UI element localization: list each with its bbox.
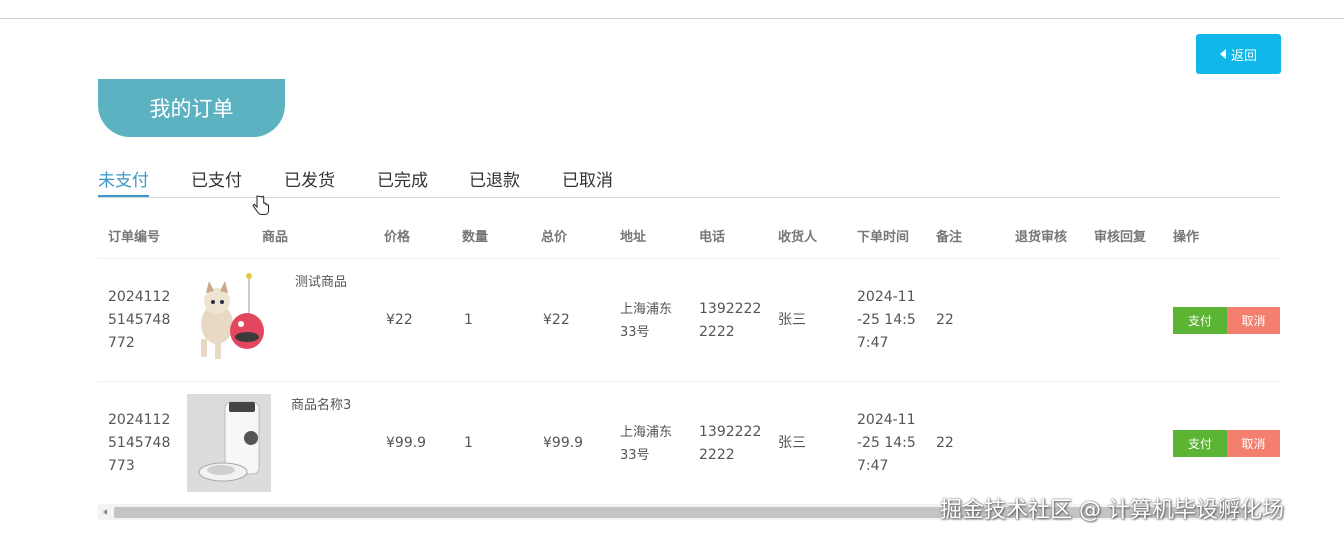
tab-cancelled[interactable]: 已取消 (562, 166, 613, 197)
price: ¥22 (386, 312, 413, 328)
total: ¥99.9 (543, 435, 584, 451)
order-time-line: 7:47 (857, 335, 889, 351)
col-price: 价格 (384, 230, 411, 245)
table-header: 订单编号 商品 价格 数量 总价 地址 电话 收货人 下单时间 备注 退货审核 … (98, 218, 1280, 252)
product-name: 商品名称3 (291, 398, 352, 413)
col-review-reply: 审核回复 (1094, 230, 1147, 245)
pay-button[interactable]: 支付 (1173, 430, 1227, 457)
page-title: 我的订单 (98, 79, 285, 137)
order-no-line: 5145748 (108, 312, 171, 328)
top-divider (0, 18, 1344, 19)
quantity: 1 (464, 312, 473, 328)
col-receiver: 收货人 (778, 230, 818, 245)
cancel-button[interactable]: 取消 (1227, 307, 1280, 334)
product-name: 测试商品 (295, 275, 348, 290)
address-line: 上海浦东 (620, 425, 673, 440)
col-return-review: 退货审核 (1015, 230, 1068, 245)
col-order-time: 下单时间 (857, 230, 910, 245)
address-line: 33号 (620, 448, 650, 463)
phone: 1392222 2222 (699, 421, 761, 467)
hand-cursor-icon (252, 195, 269, 215)
note: 22 (936, 312, 954, 328)
order-no: 2024112 5145748 773 (108, 409, 170, 478)
col-phone: 电话 (699, 230, 726, 245)
order-no-line: 5145748 (108, 435, 171, 451)
order-time-line: -25 14:5 (857, 312, 916, 328)
order-no-line: 2024112 (108, 412, 171, 428)
note: 22 (936, 435, 954, 451)
tab-unpaid[interactable]: 未支付 (98, 166, 149, 197)
col-qty: 数量 (462, 230, 489, 245)
col-product: 商品 (262, 230, 289, 245)
tab-paid[interactable]: 已支付 (191, 166, 242, 197)
caret-left-icon (1219, 49, 1226, 59)
order-no-line: 2024112 (108, 289, 171, 305)
col-total: 总价 (541, 230, 568, 245)
order-time-line: 7:47 (857, 458, 889, 474)
col-order-no: 订单编号 (108, 230, 161, 245)
address-line: 上海浦东 (620, 302, 673, 317)
phone: 1392222 2222 (699, 298, 761, 344)
order-time: 2024-11 -25 14:5 7:47 (857, 286, 916, 355)
col-actions: 操作 (1173, 230, 1200, 245)
back-button[interactable]: 返回 (1196, 34, 1281, 74)
cancel-button[interactable]: 取消 (1227, 430, 1280, 457)
phone-line: 2222 (699, 324, 735, 340)
order-no-line: 773 (108, 458, 135, 474)
phone-line: 1392222 (699, 301, 762, 317)
receiver: 张三 (778, 312, 806, 328)
price: ¥99.9 (386, 435, 427, 451)
order-no: 2024112 5145748 772 (108, 286, 170, 355)
order-time: 2024-11 -25 14:5 7:47 (857, 409, 916, 478)
order-no-line: 772 (108, 335, 135, 351)
phone-line: 1392222 (699, 424, 762, 440)
order-time-line: 2024-11 (857, 289, 916, 305)
quantity: 1 (464, 435, 473, 451)
col-address: 地址 (620, 230, 647, 245)
address-line: 33号 (620, 325, 650, 340)
scroll-left-icon[interactable] (103, 509, 107, 515)
order-time-line: -25 14:5 (857, 435, 916, 451)
tab-shipped[interactable]: 已发货 (284, 166, 335, 197)
table-row: 2024112 5145748 772 测试商品 ¥22 1 ¥22 上海浦东 … (98, 258, 1280, 380)
tab-completed[interactable]: 已完成 (377, 166, 428, 197)
address: 上海浦东 33号 (620, 421, 672, 467)
product-image-cat-toy (187, 269, 271, 367)
product-image-pet-feeder (187, 394, 271, 492)
order-status-tabs: 未支付 已支付 已发货 已完成 已退款 已取消 (98, 164, 1280, 198)
phone-line: 2222 (699, 447, 735, 463)
back-button-label: 返回 (1230, 48, 1257, 64)
address: 上海浦东 33号 (620, 298, 672, 344)
order-time-line: 2024-11 (857, 412, 916, 428)
col-note: 备注 (936, 230, 963, 245)
tab-refunded[interactable]: 已退款 (469, 166, 520, 197)
total: ¥22 (543, 312, 570, 328)
receiver: 张三 (778, 435, 806, 451)
pay-button[interactable]: 支付 (1173, 307, 1227, 334)
watermark: 掘金技术社区 @ 计算机毕设孵化场 (940, 498, 1284, 523)
table-row: 2024112 5145748 773 商品名称3 ¥99.9 1 ¥99.9 … (98, 381, 1280, 503)
